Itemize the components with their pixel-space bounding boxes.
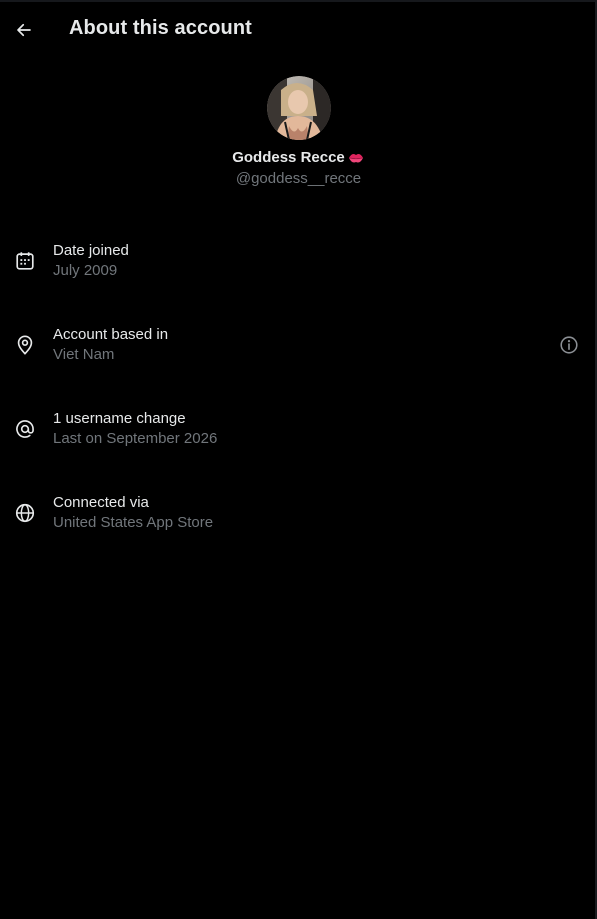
page-title: About this account [69, 17, 252, 39]
location-pin-icon [17, 335, 33, 355]
username-change-label: 1 username change [53, 410, 186, 427]
date-joined-value: July 2009 [53, 262, 118, 279]
avatar[interactable] [266, 76, 331, 140]
calendar-icon [16, 252, 34, 270]
connected-via-value: United States App Store [53, 514, 214, 531]
globe-icon [15, 503, 35, 523]
handle: @goddess__recce [235, 170, 362, 187]
username-change-value: Last on September 2026 [53, 430, 218, 447]
display-name-row: Goddess Recce [0, 149, 597, 166]
connected-via-label: Connected via [53, 494, 149, 511]
kiss-mark-icon [348, 153, 363, 162]
date-joined-label: Date joined [53, 242, 129, 259]
arrow-left-icon [17, 23, 31, 37]
account-based-in-label: Account based in [53, 326, 169, 343]
display-name: Goddess Recce [232, 149, 345, 166]
account-based-in-value: Viet Nam [53, 346, 115, 363]
at-sign-icon [16, 420, 34, 438]
profile-summary: Goddess Recce @goddess__recce [0, 76, 597, 187]
header: About this account [0, 0, 597, 60]
connected-via-row: Connected via United States App Store [0, 492, 597, 552]
info-icon[interactable] [558, 334, 580, 356]
date-joined-row: Date joined July 2009 [0, 240, 597, 300]
back-button[interactable] [8, 14, 40, 46]
username-change-row: 1 username change Last on September 2026 [0, 408, 597, 468]
account-based-in-row: Account based in Viet Nam [0, 324, 597, 384]
